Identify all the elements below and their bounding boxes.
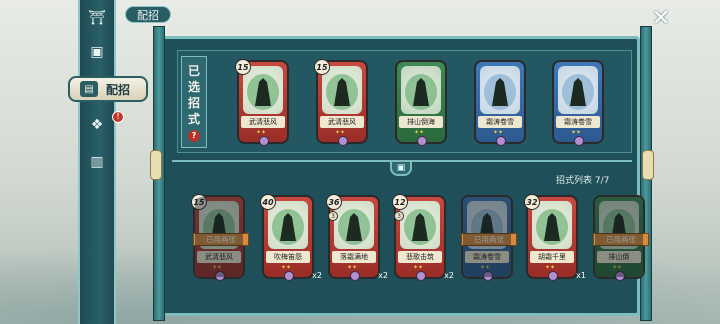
- help-icon[interactable]: ?: [188, 129, 200, 142]
- card-gem-icon: [496, 136, 506, 146]
- card-name: 霜涛卷雪: [465, 251, 509, 263]
- card-name: 排山倒海: [399, 116, 443, 128]
- card-count: x1: [576, 271, 586, 280]
- nav-loadout-label: 配招: [106, 82, 131, 97]
- notice-badge: !: [112, 111, 124, 123]
- card-pips-icon: ✦✦: [493, 129, 504, 136]
- card-pips-icon: ✦✦: [545, 264, 556, 271]
- nav-cards-button[interactable]: ▣: [82, 40, 112, 64]
- crest-icon: ❖: [90, 117, 104, 133]
- nav-item-button[interactable]: ▥: [82, 150, 112, 174]
- card-count: x2: [312, 271, 322, 280]
- list-card[interactable]: 霜涛卷雪 ✦✦ 已用两张: [461, 195, 517, 281]
- card-name: 武清悲风: [241, 116, 285, 128]
- used-banner: 已用两张: [461, 233, 517, 246]
- card-sub-badge: 3: [328, 211, 338, 221]
- hand-icon: [400, 201, 440, 249]
- card-gem-icon: [350, 271, 360, 281]
- card-name: 霜涛卷雪: [478, 116, 522, 128]
- card-gem-icon: [284, 271, 294, 281]
- card-pips-icon: ✦✦: [413, 264, 424, 271]
- card-gem-icon: [416, 271, 426, 281]
- figure-icon: [558, 66, 598, 114]
- page-title: 配招: [125, 6, 171, 23]
- figure-icon: [467, 201, 507, 249]
- card-name: 排山倒: [597, 251, 641, 263]
- card-gem-icon: [259, 136, 269, 146]
- list-card[interactable]: 36 3 落霜满地 ✦✦ x2: [326, 194, 388, 281]
- card-name: 吹梅笛怨: [266, 251, 310, 263]
- card-count: x2: [378, 271, 388, 280]
- card-name: 胡霜千里: [530, 251, 574, 263]
- list-card[interactable]: 40 吹梅笛怨 ✦✦ x2: [260, 194, 322, 281]
- frame-knob-right: [642, 150, 654, 180]
- card-sub-badge: 3: [394, 211, 404, 221]
- card-pips-icon: ✦✦: [256, 129, 267, 136]
- card-pips-icon: ✦✦: [571, 129, 582, 136]
- used-banner: 已用两张: [193, 233, 249, 246]
- card-gem-icon: [574, 136, 584, 146]
- card-gem-icon: [338, 136, 348, 146]
- list-card[interactable]: 12 3 悲歌击筑 ✦✦ x2: [392, 194, 454, 281]
- selected-card[interactable]: 15 武清悲风 ✦✦: [314, 59, 368, 146]
- nav-loadout-button[interactable]: ▤ 配招: [68, 76, 148, 102]
- frame-knob-left: [150, 150, 162, 180]
- card-count: x2: [444, 271, 454, 280]
- used-banner: 已用两张: [593, 233, 649, 246]
- card-gem-icon: [483, 271, 493, 281]
- close-button[interactable]: ✕: [650, 8, 672, 30]
- figure-icon: [599, 201, 639, 249]
- card-gem-icon: [417, 136, 427, 146]
- card-name: 落霜满地: [332, 251, 376, 263]
- list-card[interactable]: 15 武清悲风 ✦✦ 已用两张: [191, 194, 249, 281]
- card-cost: 15: [235, 59, 251, 75]
- pavilion-icon: ⛩: [88, 10, 106, 26]
- card-icon: ▥: [90, 154, 104, 170]
- card-name: 霜涛卷雪: [556, 116, 600, 128]
- selected-card[interactable]: 排山倒海 ✦✦: [395, 60, 447, 146]
- hand-icon: [532, 201, 572, 249]
- figure-icon: [401, 66, 441, 114]
- card-cost: 32: [524, 194, 540, 210]
- card-pips-icon: ✦✦: [612, 264, 623, 271]
- card-cost: 40: [260, 194, 276, 210]
- nav-home-button[interactable]: ⛩: [82, 6, 112, 30]
- close-icon: ✕: [651, 6, 671, 31]
- selected-card[interactable]: 霜涛卷雪 ✦✦: [552, 60, 604, 146]
- card-pips-icon: ✦✦: [414, 129, 425, 136]
- figure-icon: [480, 66, 520, 114]
- hand-icon: [334, 201, 374, 249]
- card-name: 悲歌击筑: [398, 251, 442, 263]
- card-cost: 15: [314, 59, 330, 75]
- card-pips-icon: ✦✦: [212, 264, 223, 271]
- selected-title: 已 选 招 式 ?: [181, 56, 207, 148]
- list-card[interactable]: 排山倒 ✦✦ 已用两张: [593, 195, 649, 281]
- cards-icon: ▣: [90, 44, 104, 60]
- card-pips-icon: ✦✦: [480, 264, 491, 271]
- card-cost: 15: [191, 194, 207, 210]
- list-card[interactable]: 32 胡霜千里 ✦✦ x1: [524, 194, 586, 281]
- card-pips-icon: ✦✦: [335, 129, 346, 136]
- card-gem-icon: [548, 271, 558, 281]
- hand-icon: [322, 66, 362, 114]
- hand-icon: [243, 66, 283, 114]
- loadout-icon: ▤: [80, 81, 98, 97]
- card-cost: 36: [326, 194, 342, 210]
- card-name: 武清悲风: [197, 251, 241, 263]
- card-cost: 12: [392, 194, 408, 210]
- card-list-label: 招式列表 7/7: [556, 176, 610, 186]
- card-gem-icon: [615, 271, 625, 281]
- card-pips-icon: ✦✦: [347, 264, 358, 271]
- selected-card[interactable]: 15 武清悲风 ✦✦: [235, 59, 289, 146]
- selected-card[interactable]: 霜涛卷雪 ✦✦: [474, 60, 526, 146]
- card-gem-icon: [215, 271, 225, 281]
- hand-icon: [268, 201, 308, 249]
- card-name: 武清悲风: [320, 116, 364, 128]
- card-pips-icon: ✦✦: [281, 264, 292, 271]
- hand-icon: [199, 201, 239, 249]
- nav-skills-button[interactable]: ❖: [82, 113, 112, 137]
- scroll-icon: ▣: [390, 160, 412, 176]
